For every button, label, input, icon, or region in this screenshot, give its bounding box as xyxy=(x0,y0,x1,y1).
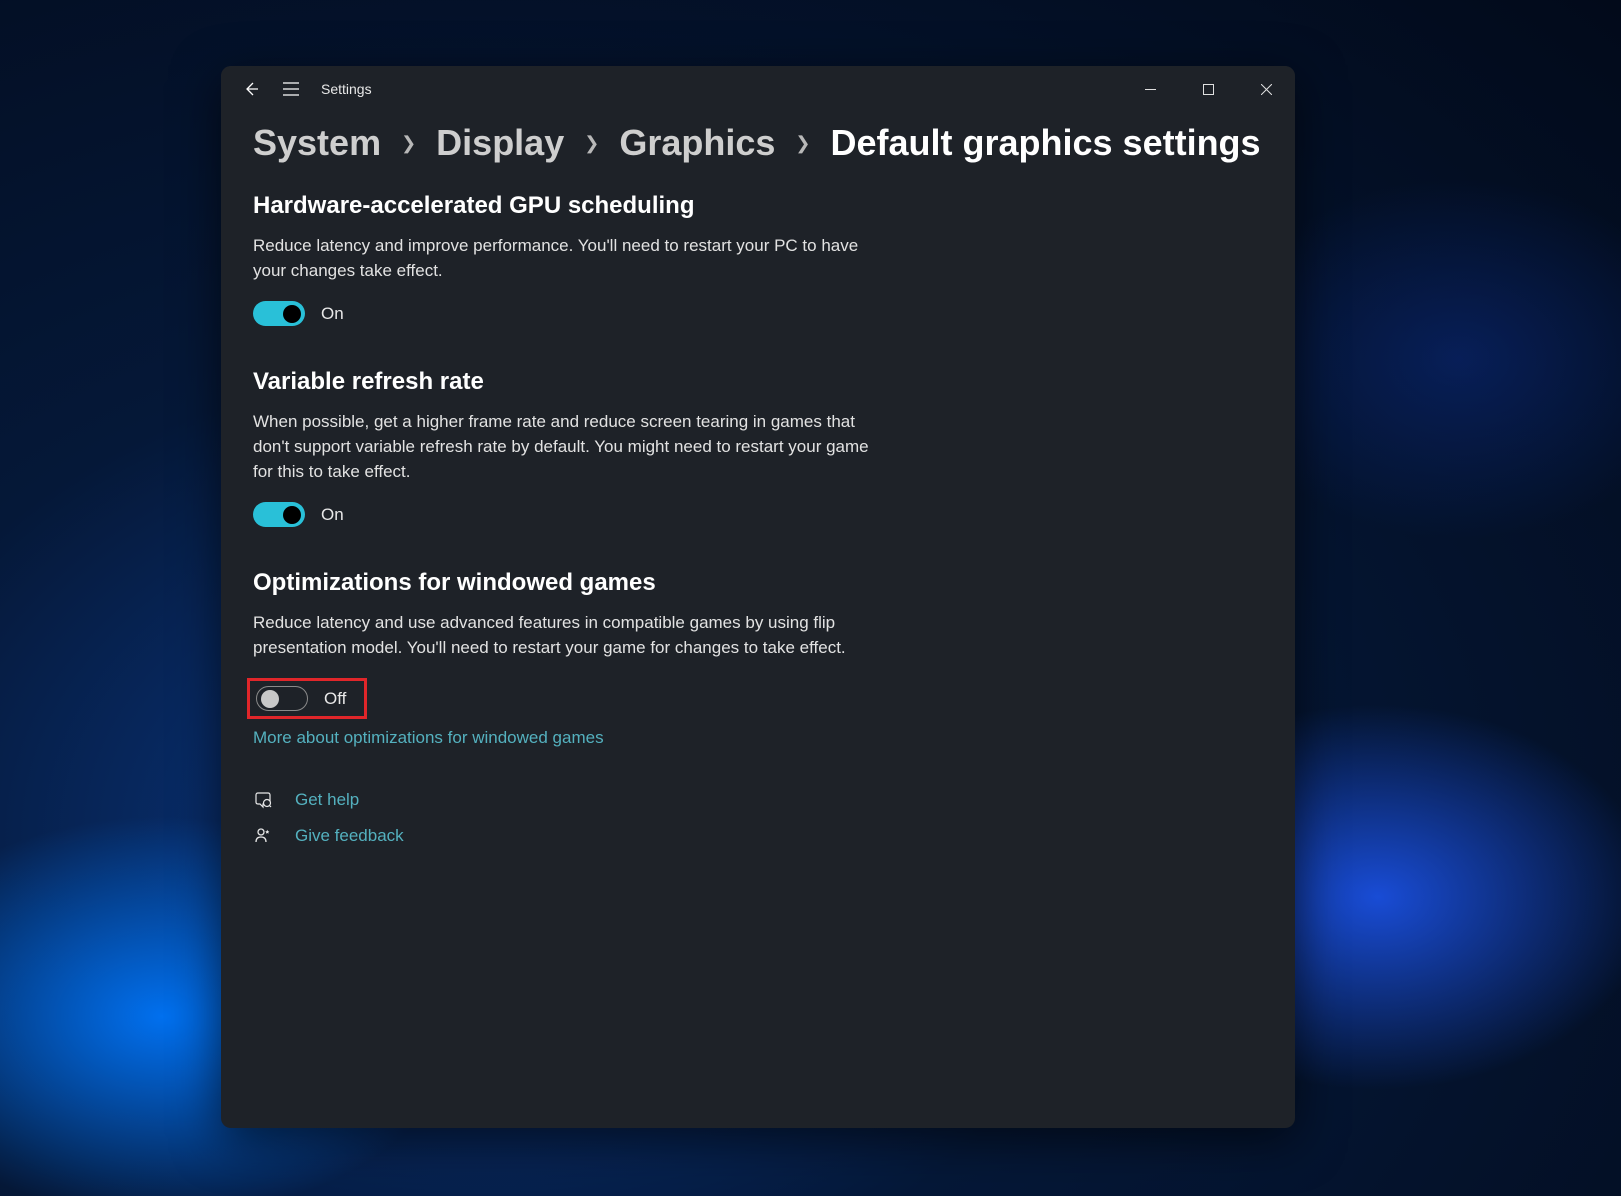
window-title: Settings xyxy=(321,81,372,97)
settings-window: Settings System ❯ Display ❯ Graphics ❯ D… xyxy=(221,66,1295,1128)
section-title: Variable refresh rate xyxy=(253,368,873,396)
hamburger-menu-icon[interactable] xyxy=(281,79,301,99)
breadcrumb-display[interactable]: Display xyxy=(436,122,564,164)
more-about-link[interactable]: More about optimizations for windowed ga… xyxy=(253,728,604,747)
content-area: System ❯ Display ❯ Graphics ❯ Default gr… xyxy=(221,112,1295,894)
breadcrumb: System ❯ Display ❯ Graphics ❯ Default gr… xyxy=(253,122,1263,164)
breadcrumb-graphics[interactable]: Graphics xyxy=(619,122,775,164)
minimize-button[interactable] xyxy=(1121,66,1179,112)
footer-links: Get help Give feedback xyxy=(253,790,1263,846)
maximize-button[interactable] xyxy=(1179,66,1237,112)
annotation-highlight-box: Off xyxy=(247,678,367,719)
chevron-right-icon: ❯ xyxy=(584,133,599,154)
vrr-toggle[interactable] xyxy=(253,502,305,527)
section-gpu-scheduling: Hardware-accelerated GPU scheduling Redu… xyxy=(253,192,873,326)
chevron-right-icon: ❯ xyxy=(401,133,416,154)
section-description: Reduce latency and improve performance. … xyxy=(253,234,873,283)
toggle-state-label: On xyxy=(321,505,344,525)
back-button[interactable] xyxy=(241,79,261,99)
breadcrumb-current: Default graphics settings xyxy=(830,122,1260,164)
section-description: When possible, get a higher frame rate a… xyxy=(253,410,873,484)
titlebar: Settings xyxy=(221,66,1295,112)
chevron-right-icon: ❯ xyxy=(795,133,810,154)
feedback-icon xyxy=(253,826,273,846)
window-controls xyxy=(1121,66,1295,112)
get-help-link[interactable]: Get help xyxy=(295,790,359,810)
windowed-opt-toggle[interactable] xyxy=(256,686,308,711)
section-title: Hardware-accelerated GPU scheduling xyxy=(253,192,873,220)
section-description: Reduce latency and use advanced features… xyxy=(253,611,873,660)
close-button[interactable] xyxy=(1237,66,1295,112)
gpu-scheduling-toggle[interactable] xyxy=(253,301,305,326)
toggle-state-label: Off xyxy=(324,689,346,709)
give-feedback-link[interactable]: Give feedback xyxy=(295,826,404,846)
help-icon xyxy=(253,790,273,810)
breadcrumb-system[interactable]: System xyxy=(253,122,381,164)
toggle-state-label: On xyxy=(321,304,344,324)
section-windowed-optimizations: Optimizations for windowed games Reduce … xyxy=(253,569,873,748)
section-variable-refresh-rate: Variable refresh rate When possible, get… xyxy=(253,368,873,527)
section-title: Optimizations for windowed games xyxy=(253,569,873,597)
